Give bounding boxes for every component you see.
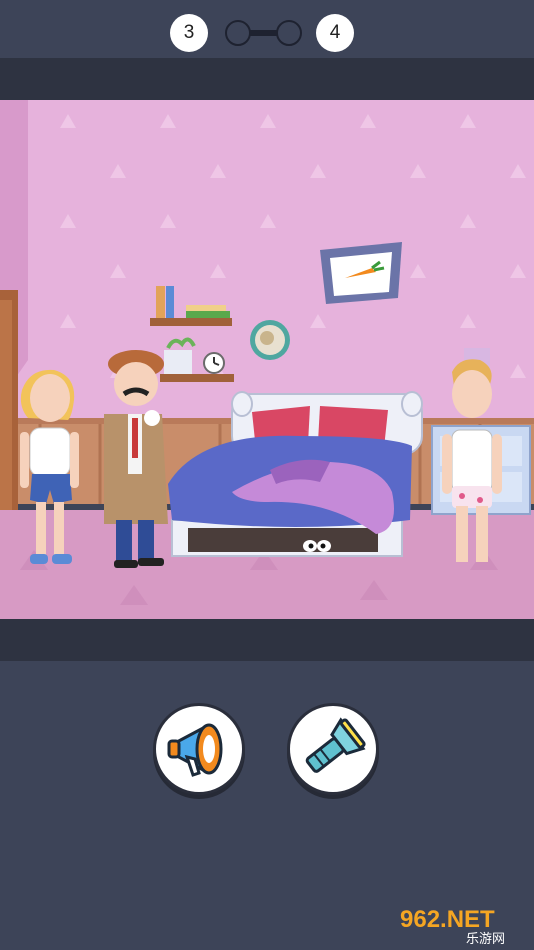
watermark-main: 962.NET bbox=[400, 906, 495, 933]
scene-bottom-band bbox=[0, 619, 534, 661]
flashlight-icon bbox=[305, 717, 366, 773]
carrot-picture bbox=[320, 242, 402, 304]
scene-illustration bbox=[0, 100, 534, 619]
game-scene[interactable] bbox=[0, 100, 534, 619]
next-level-number: 4 bbox=[329, 22, 341, 43]
megaphone-icon bbox=[167, 723, 223, 777]
current-level-badge: 3 bbox=[170, 14, 208, 52]
current-level-number: 3 bbox=[183, 22, 195, 43]
watermark-sub: 乐游网 bbox=[466, 932, 505, 945]
progress-node-start bbox=[225, 20, 251, 46]
progress-node-end bbox=[276, 20, 302, 46]
top-bar: 3 4 bbox=[0, 0, 534, 58]
flashlight-button[interactable] bbox=[287, 703, 379, 795]
watermark-logo: 962.NET 乐游网 bbox=[396, 901, 528, 947]
scene-top-band bbox=[0, 58, 534, 100]
next-level-badge: 4 bbox=[316, 14, 354, 52]
megaphone-button[interactable] bbox=[153, 703, 245, 795]
